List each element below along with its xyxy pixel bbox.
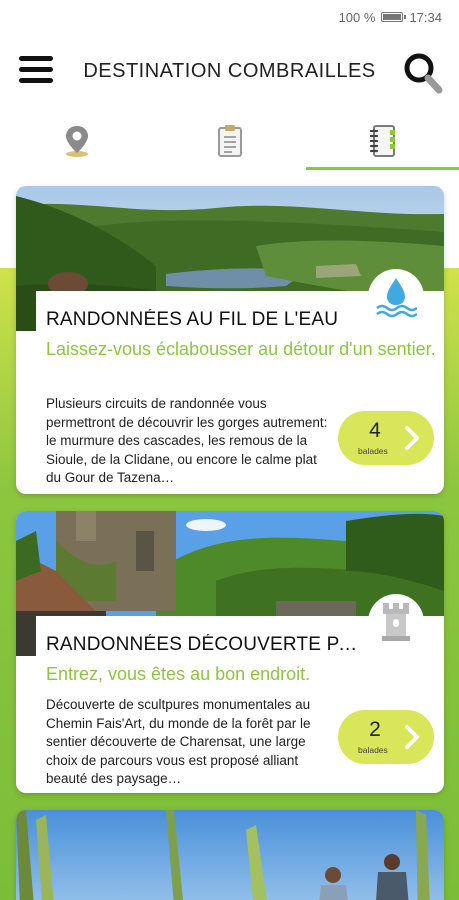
balades-unit: balades [358, 446, 388, 456]
battery-percent: 100 % [338, 9, 376, 25]
card-body: RANDONNÉES AU FIL DE L'EAU Laissez-vous … [36, 269, 444, 494]
balades-unit: balades [358, 745, 388, 755]
tab-bar [0, 112, 459, 170]
status-bar: 100 % 17:34 [0, 0, 459, 34]
tower-icon [368, 594, 424, 650]
card-description: Découverte de scultpures monumentales au… [46, 697, 311, 786]
card-subtitle: Laissez-vous éclabousser au détour d'un … [46, 339, 436, 359]
app-title: DESTINATION COMBRAILLES [83, 60, 376, 82]
balades-count-button[interactable]: 2 balades [338, 710, 434, 764]
card-title: RANDONNÉES DÉCOUVERTE PAT… [46, 634, 366, 655]
chevron-right-icon [405, 426, 419, 450]
card-description: Plusieurs circuits de randonnée vous per… [46, 396, 328, 485]
card-title: RANDONNÉES AU FIL DE L'EAU [46, 309, 339, 330]
card-randonnees-3[interactable] [16, 810, 444, 900]
balades-count: 4 [369, 419, 381, 442]
card-body: RANDONNÉES DÉCOUVERTE PAT… Entrez, vous … [36, 594, 444, 793]
notebook-icon [369, 125, 395, 157]
checklist-icon [217, 125, 242, 157]
balades-count-button[interactable]: 4 balades [338, 411, 434, 465]
card-randonnees-decouverte[interactable]: RANDONNÉES DÉCOUVERTE PAT… Entrez, vous … [16, 511, 444, 793]
tab-map[interactable] [0, 112, 153, 170]
tab-notebook[interactable] [306, 112, 459, 170]
clock: 17:34 [409, 9, 442, 25]
tab-checklist[interactable] [153, 112, 306, 170]
app-bar: DESTINATION COMBRAILLES [0, 44, 459, 102]
card-randonnees-eau[interactable]: RANDONNÉES AU FIL DE L'EAU Laissez-vous … [16, 186, 444, 494]
chevron-right-icon [405, 725, 419, 749]
map-pin-icon [65, 126, 88, 157]
balades-count: 2 [369, 718, 381, 741]
card-photo-hikers [16, 810, 444, 900]
search-icon[interactable] [403, 52, 443, 94]
card-subtitle: Entrez, vous êtes au bon endroit. [46, 664, 311, 684]
water-drop-icon [368, 269, 424, 325]
battery-icon [381, 12, 407, 22]
